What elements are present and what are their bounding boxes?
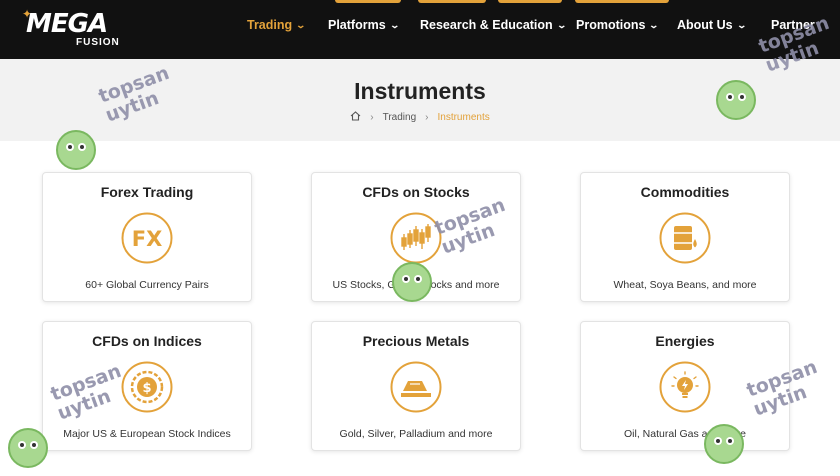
nav-item-partner[interactable]: Partner xyxy=(771,18,815,32)
card-description: Oil, Natural Gas and more xyxy=(624,428,746,440)
breadcrumb-current: Instruments xyxy=(437,112,490,123)
logo-wordmark: MEGA xyxy=(26,9,108,39)
candlestick-icon xyxy=(390,212,442,264)
breadcrumb-separator-icon: › xyxy=(370,112,374,123)
chevron-down-icon: ⌄ xyxy=(556,19,567,30)
svg-text:$: $ xyxy=(142,381,151,396)
nav-item-label: Platforms xyxy=(328,18,386,32)
card-description: Gold, Silver, Palladium and more xyxy=(339,428,493,440)
breadcrumb-trading-link[interactable]: Trading xyxy=(383,112,417,123)
nav-item-label: Trading xyxy=(247,18,293,32)
page-title: Instruments xyxy=(354,78,486,104)
nav-item-label: Promotions xyxy=(576,18,646,32)
nav-item-about-us[interactable]: About Us ⌄ xyxy=(677,18,747,32)
lightbulb-icon xyxy=(659,361,711,413)
dollar-coin-icon: $ xyxy=(121,361,173,413)
chevron-down-icon: ⌄ xyxy=(648,19,660,30)
card-description: Wheat, Soya Beans, and more xyxy=(613,279,757,291)
nav-accent-bar xyxy=(575,0,669,3)
card-description: 60+ Global Currency Pairs xyxy=(85,279,209,291)
nav-accent-bar xyxy=(418,0,486,3)
page-hero: Instruments › Trading › Instruments xyxy=(0,59,840,141)
card-title: CFDs on Indices xyxy=(92,333,202,349)
nav-accent-bar xyxy=(335,0,401,3)
instrument-card-energies[interactable]: Energies Oil, Natural Gas and more xyxy=(580,321,790,451)
nav-item-promotions[interactable]: Promotions ⌄ xyxy=(576,18,660,32)
breadcrumb: › Trading › Instruments xyxy=(0,111,840,124)
nav-item-label: About Us xyxy=(677,18,733,32)
fx-icon: FX xyxy=(121,212,173,264)
breadcrumb-separator-icon: › xyxy=(425,112,429,123)
gold-bar-icon xyxy=(390,361,442,413)
card-title: Energies xyxy=(655,333,715,349)
nav-item-research-education[interactable]: Research & Education ⌄ xyxy=(420,18,567,32)
instrument-card-stocks[interactable]: CFDs on Stocks US Stocks, Global Stocks … xyxy=(311,172,521,302)
nav-accent-bar xyxy=(498,0,562,3)
instrument-card-forex[interactable]: Forex Trading FX 60+ Global Currency Pai… xyxy=(42,172,252,302)
card-title: CFDs on Stocks xyxy=(362,184,470,200)
nav-item-trading[interactable]: Trading ⌄ xyxy=(247,18,307,32)
nav-item-label: Partner xyxy=(771,18,815,32)
card-description: US Stocks, Global Stocks and more xyxy=(332,279,500,291)
megafusion-logo[interactable]: ✦ MEGA FUSION xyxy=(22,7,132,51)
card-description: Major US & European Stock Indices xyxy=(63,428,231,440)
chevron-down-icon: ⌄ xyxy=(736,19,747,30)
card-title: Commodities xyxy=(640,184,730,200)
logo-subtext: FUSION xyxy=(76,37,120,48)
instrument-card-precious-metals[interactable]: Precious Metals Gold, Silver, Palladium … xyxy=(311,321,521,451)
top-navigation-bar: ✦ MEGA FUSION Trading ⌄ Platforms ⌄ Rese… xyxy=(0,0,840,59)
oil-barrel-icon xyxy=(659,212,711,264)
home-icon[interactable] xyxy=(350,111,361,124)
card-title: Precious Metals xyxy=(362,333,470,349)
instrument-card-commodities[interactable]: Commodities Wheat, Soya Beans, and more xyxy=(580,172,790,302)
card-title: Forex Trading xyxy=(100,184,194,200)
nav-item-label: Research & Education xyxy=(420,18,553,32)
nav-item-platforms[interactable]: Platforms ⌄ xyxy=(328,18,400,32)
chevron-down-icon: ⌄ xyxy=(295,19,307,30)
instrument-card-indices[interactable]: CFDs on Indices $ Major US & European St… xyxy=(42,321,252,451)
svg-text:FX: FX xyxy=(132,227,163,251)
chevron-down-icon: ⌄ xyxy=(389,19,400,30)
